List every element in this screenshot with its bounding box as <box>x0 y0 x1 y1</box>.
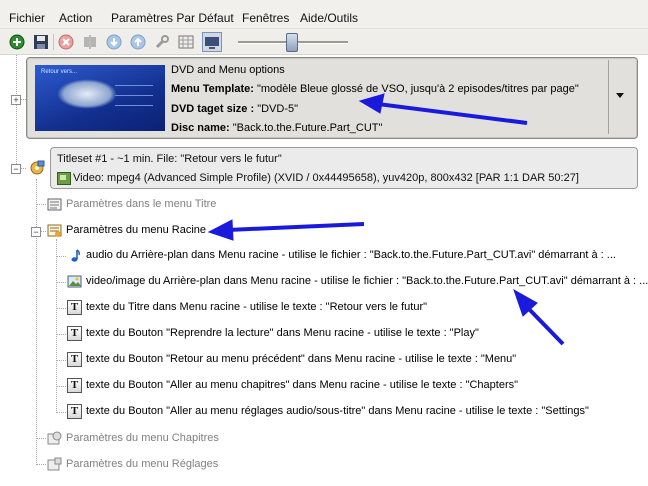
dvd-menu-options-panel[interactable]: Retour vers... DVD and Menu options Menu… <box>26 57 638 139</box>
menu-parametres-par-defaut[interactable]: Paramètres Par Défaut <box>111 11 234 25</box>
disc-name-line: Disc name: "Back.to.the.Future.Part_CUT" <box>171 122 382 134</box>
menu-template-label: Menu Template: <box>171 83 254 95</box>
menu-list-icon <box>47 197 62 212</box>
dropdown-divider <box>608 60 609 134</box>
menu-template-line: Menu Template: "modèle Bleue glossé de V… <box>171 83 579 95</box>
tree-line <box>56 334 66 335</box>
tree-line <box>56 386 66 387</box>
tree-line <box>36 204 46 205</box>
tree-item-label: video/image du Arrière-plan dans Menu ra… <box>86 275 648 287</box>
thumbnail-scene <box>57 79 117 109</box>
disc-name-value: "Back.to.the.Future.Part_CUT" <box>229 122 383 134</box>
toolbar-separator <box>53 34 54 50</box>
tree-line <box>36 464 46 465</box>
tree-line <box>36 179 37 465</box>
zoom-slider-thumb[interactable] <box>286 33 298 52</box>
tree-item-label: Paramètres dans le menu Titre <box>66 198 217 210</box>
tree-line <box>56 308 66 309</box>
expand-toggle[interactable]: + <box>11 95 21 105</box>
thumbnail-title: Retour vers... <box>41 69 78 75</box>
tree-item-label: texte du Bouton "Aller au menu chapitres… <box>86 379 519 391</box>
collapse-toggle[interactable]: − <box>31 227 41 237</box>
toolbar <box>0 29 648 55</box>
move-up-icon[interactable] <box>130 34 146 50</box>
tree-item-label: texte du Bouton "Aller au menu réglages … <box>86 405 589 417</box>
tree-line <box>56 412 66 413</box>
tree-item-label: texte du Bouton "Reprendre la lecture" d… <box>86 327 479 339</box>
menu-fenetres[interactable]: Fenêtres <box>242 11 289 25</box>
project-tree: + − − Retour vers... DVD and Menu option… <box>0 55 648 486</box>
settings-menu-icon <box>47 457 62 472</box>
image-icon <box>67 274 82 289</box>
menu-bar: Fichier Action Paramètres Par Défaut Fen… <box>0 0 648 29</box>
text-t-icon: T <box>67 352 82 367</box>
menu-fichier[interactable]: Fichier <box>9 11 45 25</box>
dvd-size-line: DVD taget size : "DVD-5" <box>171 103 298 115</box>
tree-item-label: Paramètres du menu Racine <box>66 224 207 236</box>
tree-item-label: texte du Bouton "Retour au menu précéden… <box>86 353 517 365</box>
titleset-summary: Titleset #1 - ~1 min. File: "Retour vers… <box>57 153 282 165</box>
tree-line <box>56 360 66 361</box>
text-t-icon: T <box>67 404 82 419</box>
dropdown-arrow-icon[interactable] <box>616 93 624 98</box>
thumbnail-line <box>115 85 153 86</box>
tree-line <box>56 282 66 283</box>
thumbnail-line <box>115 95 153 96</box>
dvd-size-value: "DVD-5" <box>254 103 299 115</box>
text-t-icon: T <box>67 378 82 393</box>
grid-icon[interactable] <box>178 34 194 50</box>
music-note-icon <box>67 248 82 263</box>
tree-item-label: Paramètres du menu Chapitres <box>66 432 219 444</box>
add-icon[interactable] <box>9 34 25 50</box>
titleset-video-info: Video: mpeg4 (Advanced Simple Profile) (… <box>73 172 579 184</box>
split-icon[interactable] <box>82 34 98 50</box>
tree-item-label: audio du Arrière-plan dans Menu racine -… <box>86 249 616 261</box>
text-t-icon: T <box>67 326 82 341</box>
collapse-toggle[interactable]: − <box>11 164 21 174</box>
chapters-menu-icon <box>47 431 62 446</box>
dvd-size-label: DVD taget size : <box>171 103 255 115</box>
preview-icon[interactable] <box>202 32 222 52</box>
delete-icon[interactable] <box>58 34 74 50</box>
dvd-options-header: DVD and Menu options <box>171 64 285 76</box>
tree-line <box>36 438 46 439</box>
save-icon[interactable] <box>33 34 49 50</box>
film-icon <box>57 172 71 185</box>
settings-icon[interactable] <box>154 34 170 50</box>
menu-list-icon <box>47 223 62 238</box>
menu-aide-outils[interactable]: Aide/Outils <box>300 11 358 25</box>
thumbnail-line <box>115 105 153 106</box>
tree-line <box>56 256 66 257</box>
titleset-panel[interactable]: Titleset #1 - ~1 min. File: "Retour vers… <box>50 147 638 189</box>
tree-item-label: texte du Titre dans Menu racine - utilis… <box>86 301 428 313</box>
menu-template-value: "modèle Bleue glossé de VSO, jusqu'à 2 e… <box>253 83 579 95</box>
move-down-icon[interactable] <box>106 34 122 50</box>
tree-item-label: Paramètres du menu Réglages <box>66 458 219 470</box>
menu-template-thumbnail: Retour vers... <box>35 65 165 131</box>
disc-name-label: Disc name: <box>171 122 230 134</box>
menu-action[interactable]: Action <box>59 11 92 25</box>
tree-line <box>16 55 17 170</box>
titleset-icon <box>29 159 45 175</box>
text-t-icon: T <box>67 300 82 315</box>
